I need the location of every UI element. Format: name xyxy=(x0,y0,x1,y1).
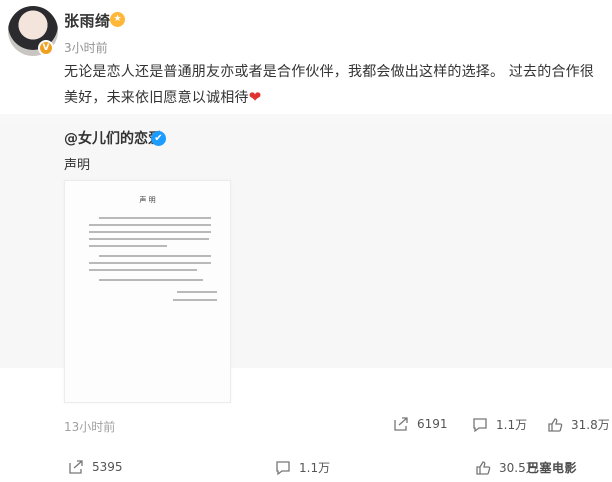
thumbs-up-icon xyxy=(476,460,491,475)
repost-text: 声明 xyxy=(64,158,91,173)
vip-icon[interactable]: ★ xyxy=(110,12,125,27)
comment-icon xyxy=(276,460,290,475)
watermark: 巴塞电影 xyxy=(527,461,578,475)
post-text-content: 无论是恋人还是普通朋友亦或者是合作伙伴，我都会做出这样的选择。 过去的合作很美好… xyxy=(64,64,595,106)
comment-count: 1.1万 xyxy=(496,418,528,432)
post-comment-button[interactable]: 1.1万 xyxy=(275,459,330,476)
repost-count: 5395 xyxy=(92,460,123,474)
comment-icon xyxy=(473,417,487,432)
document-text-line xyxy=(89,231,211,233)
document-text-line xyxy=(177,291,217,293)
document-title: 声 明 xyxy=(139,196,156,204)
repost-comment-button[interactable]: 1.1万 xyxy=(472,416,527,433)
document-text-line xyxy=(99,279,203,281)
post-time[interactable]: 3小时前 xyxy=(64,39,108,56)
document-text-line xyxy=(89,269,197,271)
weibo-post: V 张雨绮 ★ 3小时前 无论是恋人还是普通朋友亦或者是合作伙伴，我都会做出这样… xyxy=(0,0,612,482)
repost-count: 6191 xyxy=(417,417,448,431)
repost-like-button[interactable]: 31.8万 xyxy=(547,416,610,433)
divider xyxy=(0,114,612,122)
heart-emoji: ❤ xyxy=(248,88,262,106)
document-text-line xyxy=(89,262,211,264)
document-text-line xyxy=(99,217,211,219)
share-icon xyxy=(394,417,408,431)
document-text-line xyxy=(89,245,167,247)
post-repost-button[interactable]: 5395 xyxy=(68,459,123,475)
document-text-line xyxy=(89,224,211,226)
like-count: 31.8万 xyxy=(571,418,610,432)
repost-time[interactable]: 13小时前 xyxy=(64,418,115,435)
document-text-line xyxy=(99,255,211,257)
statement-document-image[interactable]: 声 明 xyxy=(64,180,231,403)
verified-icon: ✔ xyxy=(151,131,166,146)
comment-count: 1.1万 xyxy=(299,461,331,475)
thumbs-up-icon xyxy=(548,417,563,432)
repost-repost-button[interactable]: 6191 xyxy=(393,416,448,432)
document-text-line xyxy=(173,299,217,301)
author-name[interactable]: 张雨绮 xyxy=(64,10,111,31)
share-icon xyxy=(69,460,83,474)
verified-badge-icon: V xyxy=(38,40,54,56)
post-text: 无论是恋人还是普通朋友亦或者是合作伙伴，我都会做出这样的选择。 过去的合作很美好… xyxy=(64,60,604,111)
repost-author[interactable]: @女儿们的恋爱 xyxy=(64,128,162,148)
document-text-line xyxy=(89,238,209,240)
